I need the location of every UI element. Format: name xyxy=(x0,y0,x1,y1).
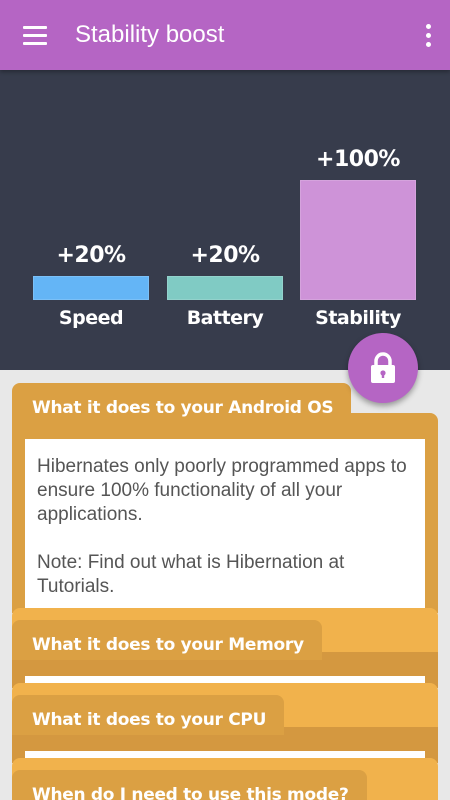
lock-icon xyxy=(371,352,395,383)
section-title-memory: What it does to your Memory xyxy=(12,620,322,660)
bar-value-speed: +20% xyxy=(56,243,126,268)
bar-label-speed: Speed xyxy=(58,307,124,329)
bar-fill-stability xyxy=(300,180,416,300)
section-title-when-to-use: When do I need to use this mode? xyxy=(12,770,367,800)
section-memory[interactable]: What it does to your Memory xyxy=(12,608,438,688)
lock-button[interactable] xyxy=(348,333,418,403)
more-vertical-icon[interactable] xyxy=(406,0,450,70)
bar-label-battery: Battery xyxy=(186,307,264,329)
section-note-text: Note: Find out what is Hibernation at Tu… xyxy=(37,552,345,597)
hamburger-menu-icon[interactable] xyxy=(0,0,70,70)
bar-stability: +100% xyxy=(300,147,416,300)
section-title-android-os: What it does to your Android OS xyxy=(12,383,352,431)
bar-value-battery: +20% xyxy=(190,243,260,268)
section-title-cpu: What it does to your CPU xyxy=(12,695,285,735)
section-when-to-use[interactable]: When do I need to use this mode? xyxy=(12,758,438,800)
bar-label-stability: Stability xyxy=(315,307,401,329)
section-body-text: Hibernates only poorly programmed apps t… xyxy=(37,456,407,525)
bar-value-stability: +100% xyxy=(316,147,400,172)
boost-chart: +20% +20% +100% Speed Battery Stability xyxy=(0,70,450,370)
section-cpu[interactable]: What it does to your CPU xyxy=(12,683,438,763)
bar-fill-battery xyxy=(167,276,283,300)
bar-fill-speed xyxy=(33,276,149,300)
section-content-android-os: Hibernates only poorly programmed apps t… xyxy=(25,439,425,609)
app-bar: Stability boost xyxy=(0,0,450,70)
bar-battery: +20% xyxy=(167,243,283,300)
section-android-os[interactable]: What it does to your Android OS Hibernat… xyxy=(12,383,438,613)
page-title: Stability boost xyxy=(75,21,225,48)
bar-speed: +20% xyxy=(33,243,149,300)
